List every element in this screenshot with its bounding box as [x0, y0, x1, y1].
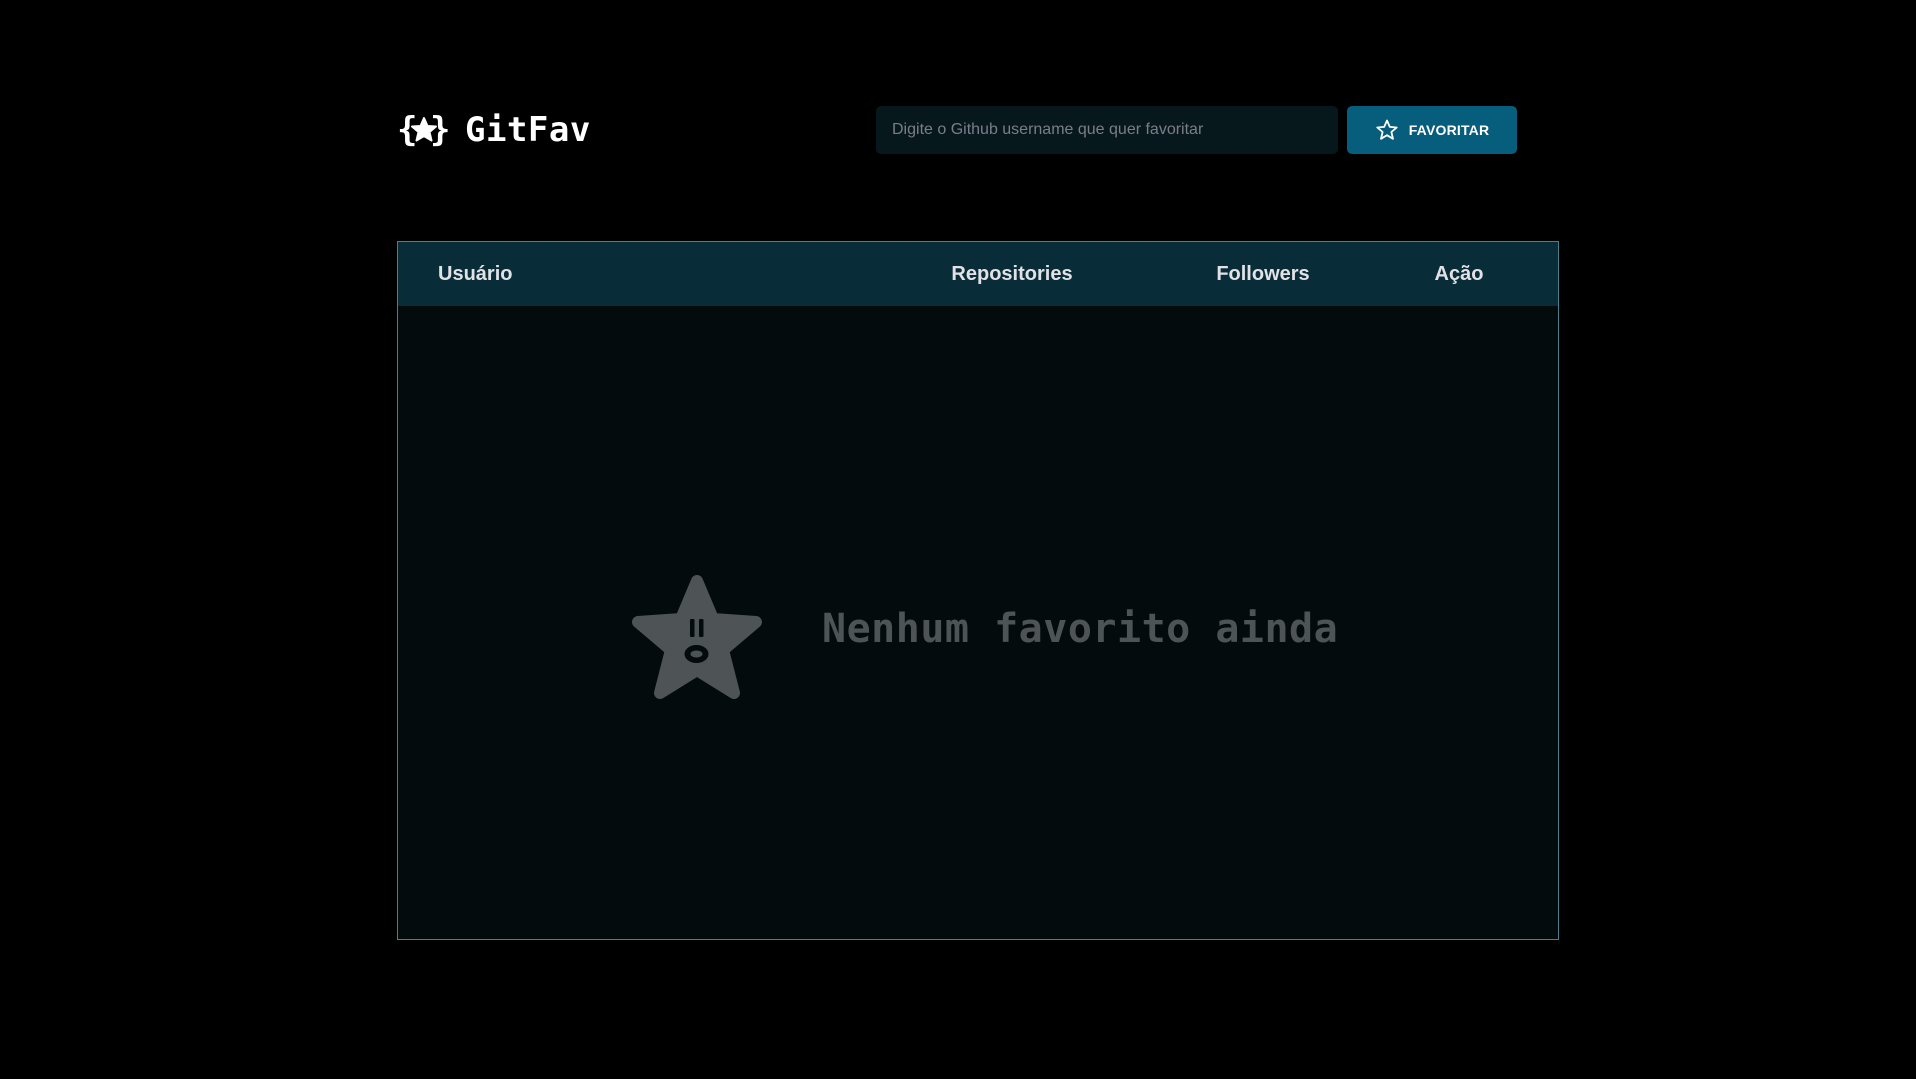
braces-star-icon: { }	[397, 110, 451, 150]
favorite-button[interactable]: FAVORITAR	[1347, 106, 1517, 154]
username-search-input[interactable]	[876, 106, 1338, 154]
favorite-button-label: FAVORITAR	[1408, 122, 1490, 138]
svg-text:}: }	[430, 110, 450, 150]
star-outline-icon	[1375, 118, 1399, 142]
logo: { } GitFav	[397, 104, 591, 156]
column-header-repositories: Repositories	[951, 263, 1073, 285]
app-title: GitFav	[465, 110, 591, 150]
column-header-user: Usuário	[438, 263, 513, 285]
app-header: { } GitFav FAVORITAR	[397, 104, 1517, 156]
empty-state-message: Nenhum favorito ainda	[822, 606, 1339, 652]
column-header-followers: Followers	[1216, 263, 1310, 285]
empty-state: Nenhum favorito ainda	[398, 306, 1558, 939]
column-header-action: Ação	[1434, 263, 1484, 285]
svg-text:{: {	[397, 110, 417, 150]
surprised-star-icon	[630, 575, 764, 703]
table-header: Usuário Repositories Followers Ação	[398, 242, 1558, 306]
favorites-table: Usuário Repositories Followers Ação Nenh…	[397, 241, 1559, 940]
